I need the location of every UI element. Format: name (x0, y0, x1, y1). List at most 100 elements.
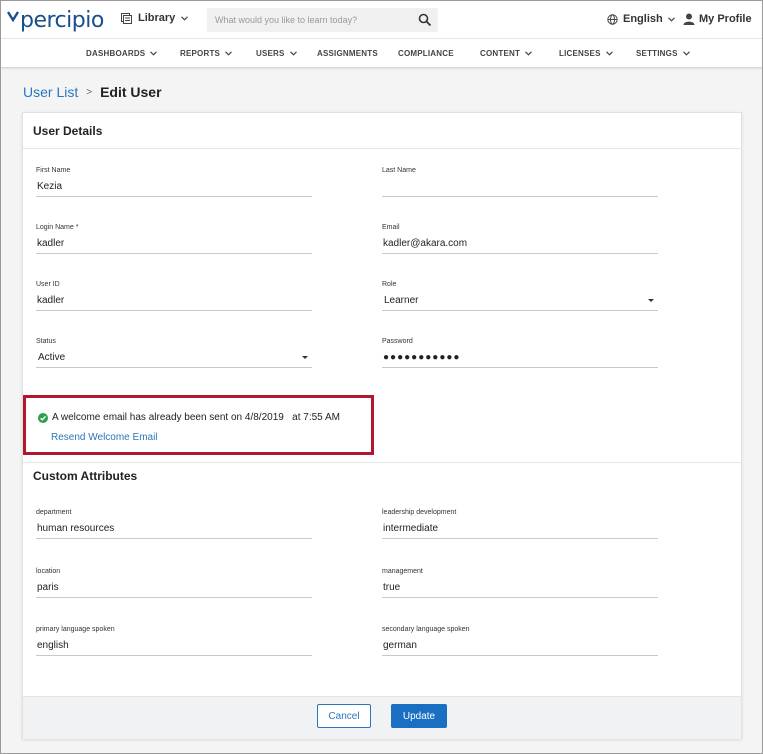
nav-label: USERS (256, 49, 285, 58)
role-select[interactable]: Learner (382, 291, 658, 311)
secondary-language-input[interactable]: german (382, 636, 658, 656)
status-label: Status (36, 338, 56, 345)
edit-user-card: User Details First Name Kezia Last Name … (22, 112, 742, 739)
chevron-down-icon (682, 51, 690, 56)
library-menu[interactable]: Library (121, 12, 189, 24)
form-actions: Cancel Update (23, 696, 741, 739)
resend-welcome-email-link[interactable]: Resend Welcome Email (51, 432, 158, 443)
location-input[interactable]: paris (36, 578, 312, 598)
user-icon (683, 13, 695, 25)
role-label: Role (382, 281, 397, 288)
language-menu[interactable]: English (607, 13, 675, 25)
library-label: Library (138, 12, 176, 24)
welcome-email-notice: A welcome email has already been sent on… (23, 395, 374, 455)
email-field: Email kadler@akara.com (382, 224, 658, 254)
welcome-status-line: A welcome email has already been sent on… (38, 412, 340, 423)
chevron-down-icon (225, 51, 233, 56)
main-nav: DASHBOARDS REPORTS USERS ASSIGNMENTS COM… (1, 39, 762, 68)
last-name-field: Last Name (382, 167, 658, 197)
first-name-label: First Name (36, 167, 71, 174)
globe-icon (607, 13, 618, 25)
nav-label: COMPLIANCE (398, 49, 454, 58)
primary-language-label: primary language spoken (36, 626, 115, 633)
nav-label: ASSIGNMENTS (317, 49, 378, 58)
secondary-language-field: secondary language spoken german (382, 626, 658, 656)
nav-label: LICENSES (559, 49, 601, 58)
role-field: Role Learner (382, 281, 658, 311)
status-field: Status Active (36, 338, 312, 368)
primary-language-field: primary language spoken english (36, 626, 312, 656)
location-field: location paris (36, 568, 312, 598)
nav-label: REPORTS (180, 49, 221, 58)
chevron-down-icon (605, 51, 613, 56)
password-input[interactable]: ●●●●●●●●●●● (382, 348, 658, 368)
breadcrumb: User List > Edit User (23, 84, 162, 100)
custom-attributes-title: Custom Attributes (33, 469, 138, 483)
nav-compliance[interactable]: COMPLIANCE (398, 49, 454, 58)
nav-assignments[interactable]: ASSIGNMENTS (317, 49, 378, 58)
user-id-input[interactable]: kadler (36, 291, 312, 311)
department-label: department (36, 509, 72, 516)
nav-reports[interactable]: REPORTS (180, 49, 233, 58)
breadcrumb-user-list-link[interactable]: User List (23, 84, 78, 100)
language-label: English (623, 13, 663, 25)
nav-label: SETTINGS (636, 49, 678, 58)
department-field: department human resources (36, 509, 312, 539)
top-bar: percipio Library English My (1, 1, 762, 39)
check-circle-icon (38, 412, 48, 423)
chevron-down-icon (289, 51, 297, 56)
nav-label: CONTENT (480, 49, 521, 58)
cancel-button[interactable]: Cancel (317, 704, 371, 728)
chevron-down-icon (667, 16, 675, 22)
logo-text: percipio (20, 7, 104, 33)
nav-label: DASHBOARDS (86, 49, 146, 58)
percipio-logo[interactable]: percipio (7, 7, 104, 33)
welcome-message: A welcome email has already been sent on… (52, 412, 340, 423)
first-name-field: First Name Kezia (36, 167, 312, 197)
nav-licenses[interactable]: LICENSES (559, 49, 613, 58)
status-select[interactable]: Active (36, 348, 312, 368)
email-input[interactable]: kadler@akara.com (382, 234, 658, 254)
user-id-label: User ID (36, 281, 60, 288)
last-name-input[interactable] (382, 177, 658, 197)
user-details-title: User Details (33, 124, 103, 138)
password-label: Password (382, 338, 413, 345)
caret-down-icon (302, 356, 308, 359)
status-value: Active (38, 352, 66, 363)
management-field: management true (382, 568, 658, 598)
update-button[interactable]: Update (391, 704, 447, 728)
secondary-language-label: secondary language spoken (382, 626, 470, 633)
user-id-field: User ID kadler (36, 281, 312, 311)
last-name-label: Last Name (382, 167, 416, 174)
chevron-down-icon (525, 51, 533, 56)
location-label: location (36, 568, 61, 575)
search-icon[interactable] (418, 13, 432, 27)
leadership-development-input[interactable]: intermediate (382, 519, 658, 539)
first-name-input[interactable]: Kezia (36, 177, 312, 197)
nav-content[interactable]: CONTENT (480, 49, 533, 58)
search-input[interactable] (207, 9, 412, 31)
search-bar (207, 8, 438, 32)
leadership-development-field: leadership development intermediate (382, 509, 658, 539)
section-divider (23, 462, 741, 463)
password-field: Password ●●●●●●●●●●● (382, 338, 658, 368)
department-input[interactable]: human resources (36, 519, 312, 539)
section-divider (23, 148, 741, 149)
page-title: Edit User (100, 84, 162, 100)
nav-settings[interactable]: SETTINGS (636, 49, 690, 58)
nav-dashboards[interactable]: DASHBOARDS (86, 49, 158, 58)
primary-language-input[interactable]: english (36, 636, 312, 656)
role-value: Learner (384, 295, 419, 306)
chevron-down-icon (150, 51, 158, 56)
management-label: management (382, 568, 423, 575)
caret-down-icon (648, 299, 654, 302)
leadership-development-label: leadership development (382, 509, 457, 516)
email-label: Email (382, 224, 400, 231)
library-icon (121, 12, 132, 24)
profile-label: My Profile (699, 13, 752, 25)
profile-menu[interactable]: My Profile (683, 13, 752, 25)
management-input[interactable]: true (382, 578, 658, 598)
login-name-input[interactable]: kadler (36, 234, 312, 254)
chevron-down-icon (181, 15, 189, 21)
nav-users[interactable]: USERS (256, 49, 297, 58)
